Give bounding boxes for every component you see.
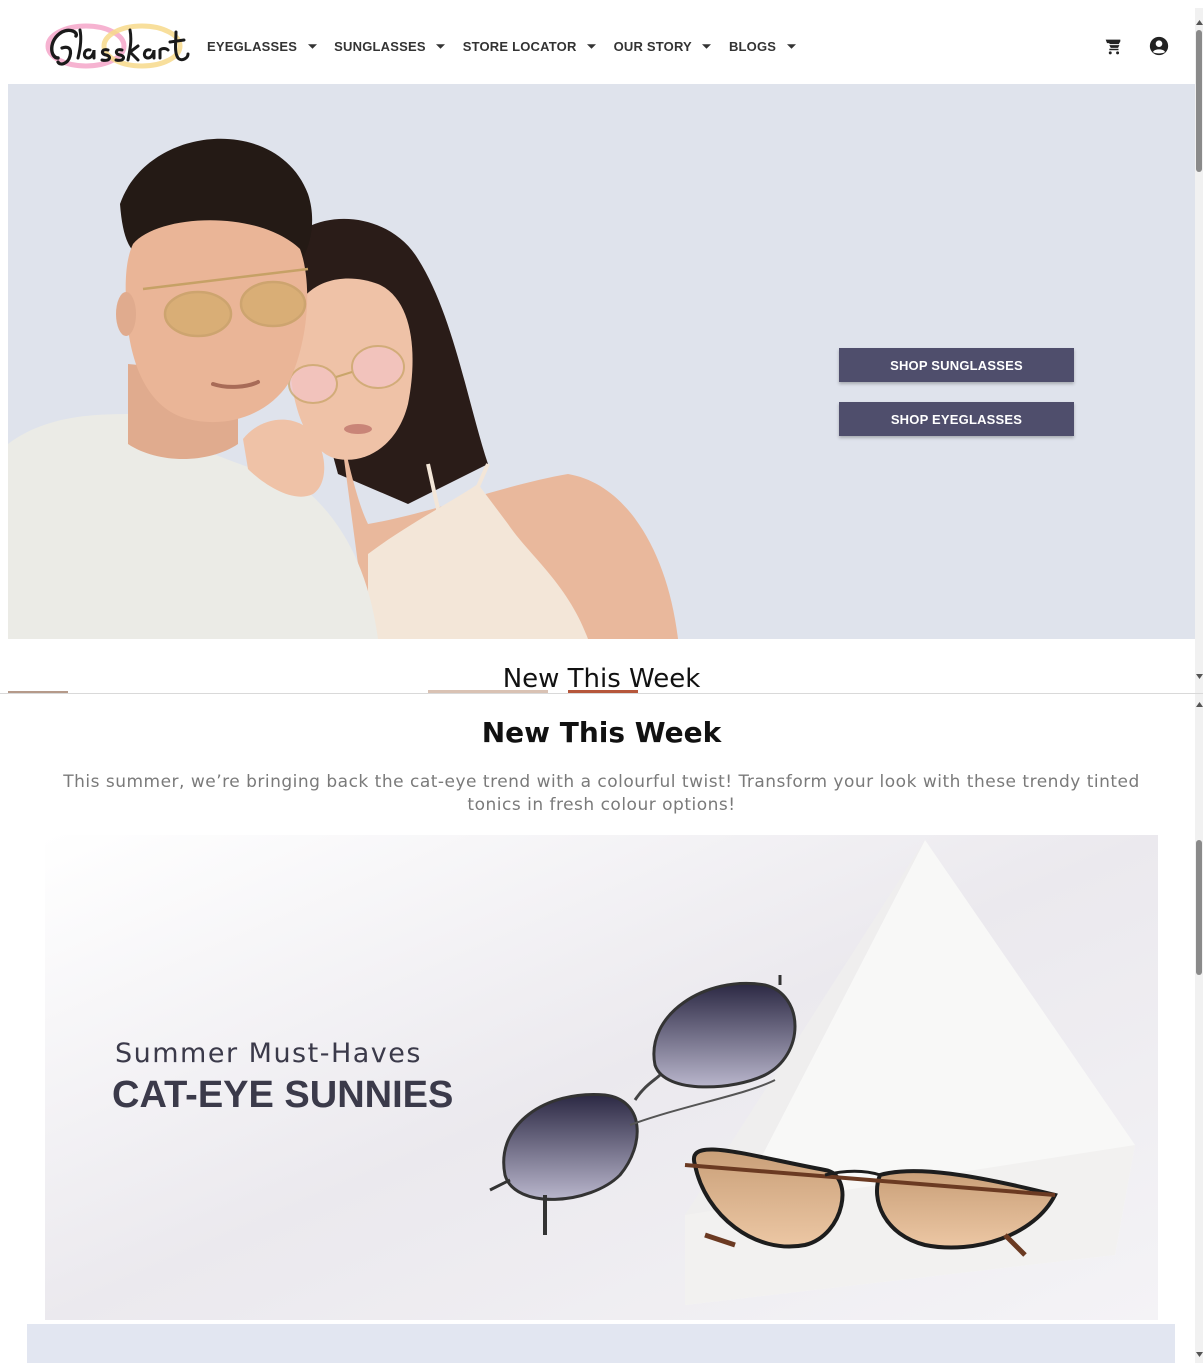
scroll-up-icon[interactable] <box>1195 700 1203 708</box>
caret-down-icon <box>307 41 317 51</box>
viewport-top: EYEGLASSES SUNGLASSES STORE LOCATOR OUR … <box>0 0 1203 693</box>
nav-item-label: OUR STORY <box>613 38 692 54</box>
brand-logo[interactable] <box>38 18 190 74</box>
banner-subtitle: Summer Must-Haves <box>115 1038 422 1069</box>
nav-item-label: BLOGS <box>728 38 777 54</box>
navbar: EYEGLASSES SUNGLASSES STORE LOCATOR OUR … <box>8 8 1196 84</box>
scroll-thumb[interactable] <box>1196 30 1202 172</box>
banner-headline: CAT-EYE SUNNIES <box>112 1074 454 1116</box>
viewport-bottom: New This Week This summer, we’re bringin… <box>0 694 1203 1363</box>
caret-down-icon <box>587 41 597 51</box>
nav-item-label: SUNGLASSES <box>334 38 426 54</box>
nav-item-our-story[interactable]: OUR STORY <box>614 39 712 54</box>
shop-sunglasses-button[interactable]: SHOP SUNGLASSES <box>839 348 1074 382</box>
scroll-thumb[interactable] <box>1196 840 1202 975</box>
scroll-down-icon[interactable] <box>1195 1350 1203 1358</box>
caret-down-icon <box>786 41 796 51</box>
nav-item-store-locator[interactable]: STORE LOCATOR <box>463 39 597 54</box>
nav-item-sunglasses[interactable]: SUNGLASSES <box>334 39 446 54</box>
nav-item-blogs[interactable]: BLOGS <box>729 39 796 54</box>
hero-models-image <box>8 138 678 639</box>
scrollbar-bottom[interactable] <box>1195 694 1203 1363</box>
nav-item-label: STORE LOCATOR <box>462 38 577 54</box>
caret-down-icon <box>436 41 446 51</box>
logo-icon <box>45 23 190 69</box>
cart-icon[interactable] <box>1102 35 1124 57</box>
cat-eye-banner[interactable]: Summer Must-Haves CAT-EYE SUNNIES <box>45 835 1158 1320</box>
shop-eyeglasses-button[interactable]: SHOP EYEGLASSES <box>839 402 1074 436</box>
nav-item-eyeglasses[interactable]: EYEGLASSES <box>207 39 317 54</box>
scroll-down-icon[interactable] <box>1195 672 1203 680</box>
hero-banner: SHOP SUNGLASSES SHOP EYEGLASSES <box>8 84 1196 639</box>
section-description: This summer, we’re bringing back the cat… <box>63 772 1140 815</box>
main-nav: EYEGLASSES SUNGLASSES STORE LOCATOR OUR … <box>207 8 813 84</box>
nav-item-label: EYEGLASSES <box>207 38 298 54</box>
nav-icons <box>1102 8 1170 84</box>
scroll-up-icon[interactable] <box>1195 18 1203 26</box>
scrollbar-top[interactable] <box>1195 8 1203 693</box>
caret-down-icon <box>702 41 712 51</box>
section-title: New This Week <box>481 716 722 749</box>
account-icon[interactable] <box>1148 35 1170 57</box>
next-section-band <box>27 1324 1175 1363</box>
